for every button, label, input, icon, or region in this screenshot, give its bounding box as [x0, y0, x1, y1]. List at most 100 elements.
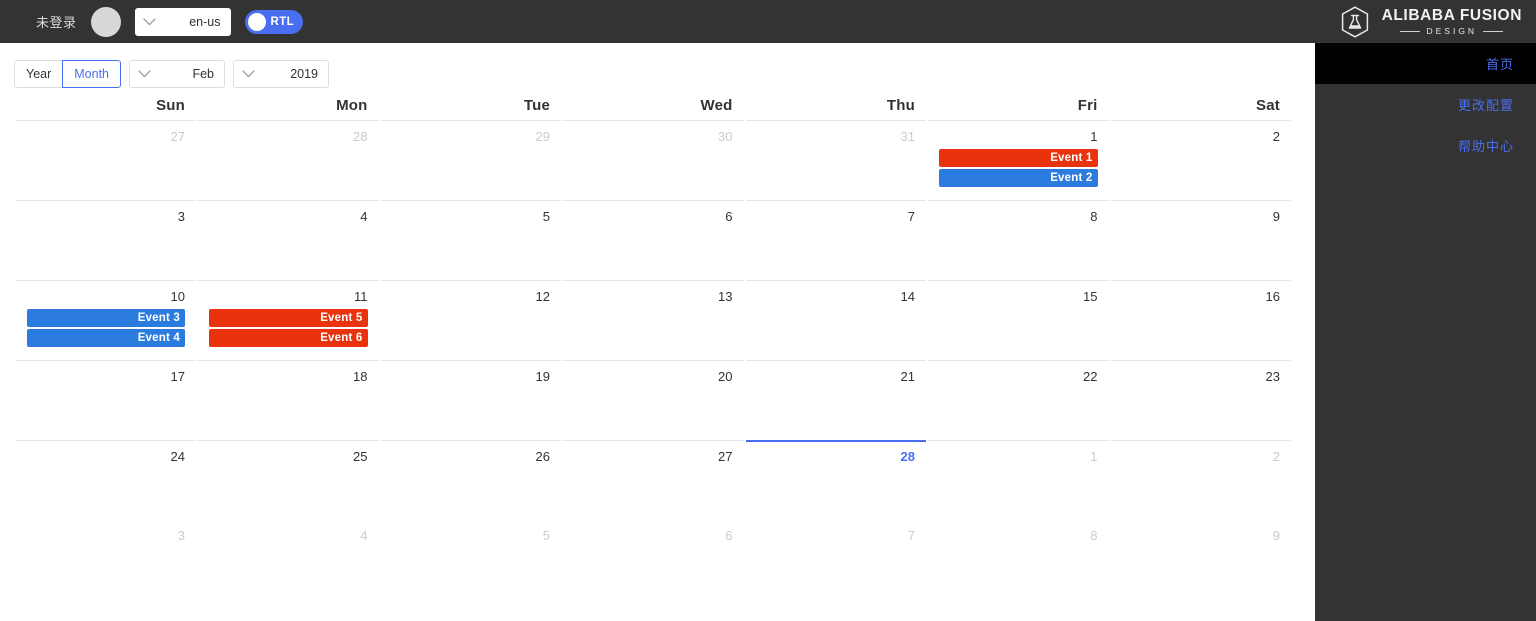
calendar-day-number: 6: [725, 528, 733, 543]
sidebar-item-1[interactable]: 更改配置: [1315, 84, 1536, 125]
calendar-day-cell[interactable]: 24: [15, 440, 198, 520]
calendar-day-cell[interactable]: 11 Event 5 Event 6: [197, 280, 380, 360]
calendar-day-cell[interactable]: 21: [745, 360, 928, 440]
calendar-day-number: 6: [725, 209, 733, 224]
calendar-day-cell[interactable]: 7: [745, 200, 928, 280]
calendar-day-cell[interactable]: 19: [380, 360, 563, 440]
calendar-day-cell-inner: 6: [563, 200, 744, 280]
month-select[interactable]: Feb: [129, 60, 226, 88]
calendar-day-number: 27: [718, 449, 733, 464]
calendar-day-number: 5: [542, 209, 550, 224]
calendar-mode-button-year[interactable]: Year: [14, 60, 63, 88]
calendar-day-cell[interactable]: 5: [380, 520, 563, 600]
calendar-day-cell[interactable]: 15: [927, 280, 1110, 360]
calendar-mode-button-month[interactable]: Month: [62, 60, 122, 88]
calendar-day-number: 1: [1090, 449, 1098, 464]
calendar-day-cell[interactable]: 10 Event 3 Event 4: [15, 280, 198, 360]
calendar-day-cell[interactable]: 5: [380, 200, 563, 280]
year-select[interactable]: 2019: [233, 60, 330, 88]
calendar-day-cell[interactable]: 4: [197, 200, 380, 280]
chevron-down-icon: [242, 70, 255, 78]
calendar-day-cell[interactable]: 9: [1110, 520, 1293, 600]
calendar-week-row: 2 1 28 27 26 25 24: [11, 440, 1292, 520]
calendar-day-number: 28: [353, 129, 368, 144]
calendar-day-cell-inner: 10 Event 3 Event 4: [15, 280, 196, 360]
calendar-day-cell-inner: 21: [745, 360, 926, 440]
calendar-day-cell[interactable]: 1: [927, 440, 1110, 520]
calendar-day-cell[interactable]: 27: [15, 120, 198, 200]
language-select[interactable]: en-us: [134, 7, 231, 36]
sidebar-item-2[interactable]: 帮助中心: [1315, 125, 1536, 166]
calendar-event[interactable]: Event 1: [939, 149, 1098, 167]
calendar-day-number: 15: [1083, 289, 1098, 304]
calendar-day-cell[interactable]: 13: [562, 280, 745, 360]
calendar-day-cell[interactable]: 1 Event 1 Event 2: [927, 120, 1110, 200]
brand-logo[interactable]: ALIBABA FUSION DESIGN: [1338, 0, 1522, 43]
calendar-day-cell[interactable]: 2: [1110, 440, 1293, 520]
calendar-event[interactable]: Event 3: [26, 309, 185, 327]
calendar-day-number: 11: [354, 289, 368, 304]
calendar-day-cell[interactable]: 17: [15, 360, 198, 440]
calendar-day-cell-inner: 7: [745, 200, 926, 280]
calendar-day-cell-inner: 6: [563, 520, 744, 600]
calendar-day-cell[interactable]: 25: [197, 440, 380, 520]
calendar-day-cell[interactable]: 9: [1110, 200, 1293, 280]
calendar-day-cell[interactable]: 26: [380, 440, 563, 520]
calendar-day-cell[interactable]: 18: [197, 360, 380, 440]
calendar-event[interactable]: Event 2: [939, 169, 1098, 187]
calendar-mode-button-group: Year Month: [14, 60, 122, 88]
calendar-day-cell[interactable]: 6: [562, 520, 745, 600]
calendar-day-cell[interactable]: 3: [15, 200, 198, 280]
calendar-day-cell-inner: 24: [15, 440, 196, 520]
calendar-day-cell[interactable]: 16: [1110, 280, 1293, 360]
calendar-week-row: 9 8 7 6 5 4 3: [11, 200, 1292, 280]
calendar-day-cell[interactable]: 4: [197, 520, 380, 600]
calendar-day-number: 16: [1265, 289, 1280, 304]
logo-rule-left: [1400, 30, 1421, 32]
sidebar-item-0[interactable]: 首页: [1315, 43, 1536, 84]
calendar-day-cell[interactable]: 23: [1110, 360, 1293, 440]
calendar-day-cell[interactable]: 30: [562, 120, 745, 200]
calendar-day-cell[interactable]: 8: [927, 520, 1110, 600]
calendar-day-cell[interactable]: 28: [197, 120, 380, 200]
rtl-toggle-switch[interactable]: RTL: [244, 9, 303, 34]
weekday-header-fri: Fri: [1077, 97, 1098, 114]
calendar-day-cell-inner: 1 Event 1 Event 2: [928, 120, 1109, 200]
calendar-day-cell-inner: 4: [198, 520, 379, 600]
calendar-day-cell[interactable]: 2: [1110, 120, 1293, 200]
calendar-day-cell-inner: 8: [928, 520, 1109, 600]
language-value: en-us: [189, 14, 221, 29]
calendar-day-cell[interactable]: 20: [562, 360, 745, 440]
calendar-event[interactable]: Event 5: [209, 309, 368, 327]
weekday-header-mon: Mon: [336, 97, 368, 114]
login-status-label: 未登录: [36, 15, 77, 30]
calendar-day-cell[interactable]: 8: [927, 200, 1110, 280]
calendar-day-number: 31: [900, 129, 915, 144]
sidebar-item-label: 首页: [1485, 57, 1514, 72]
calendar-event[interactable]: Event 6: [209, 329, 368, 347]
calendar-day-cell[interactable]: 6: [562, 200, 745, 280]
calendar-day-cell[interactable]: 3: [15, 520, 198, 600]
weekday-header-wed: Wed: [700, 97, 733, 114]
calendar-day-cell[interactable]: 27: [562, 440, 745, 520]
calendar-day-number: 8: [1090, 209, 1098, 224]
calendar-day-cell[interactable]: 31: [745, 120, 928, 200]
calendar-day-cell[interactable]: 22: [927, 360, 1110, 440]
calendar-week-row: 9 8 7 6 5 4 3: [11, 520, 1292, 600]
calendar-day-cell[interactable]: 14: [745, 280, 928, 360]
calendar-day-number: 7: [907, 528, 915, 543]
calendar-event[interactable]: Event 4: [26, 329, 185, 347]
calendar-day-cell-inner: 14: [745, 280, 926, 360]
avatar[interactable]: [90, 6, 121, 37]
calendar-day-number: 28: [900, 449, 915, 464]
calendar-day-cell-inner: 26: [380, 440, 561, 520]
calendar-day-cell[interactable]: 29: [380, 120, 563, 200]
chevron-down-icon: [142, 17, 156, 26]
calendar-day-cell-inner: 28: [198, 120, 379, 200]
month-select-value: Feb: [192, 67, 215, 81]
calendar-day-cell[interactable]: 12: [380, 280, 563, 360]
calendar-day-cell[interactable]: 7: [745, 520, 928, 600]
calendar-day-cell-today[interactable]: 28: [745, 440, 928, 520]
calendar-day-number: 29: [535, 129, 550, 144]
top-bar-left-controls: 未登录 en-us RTL: [0, 6, 303, 37]
